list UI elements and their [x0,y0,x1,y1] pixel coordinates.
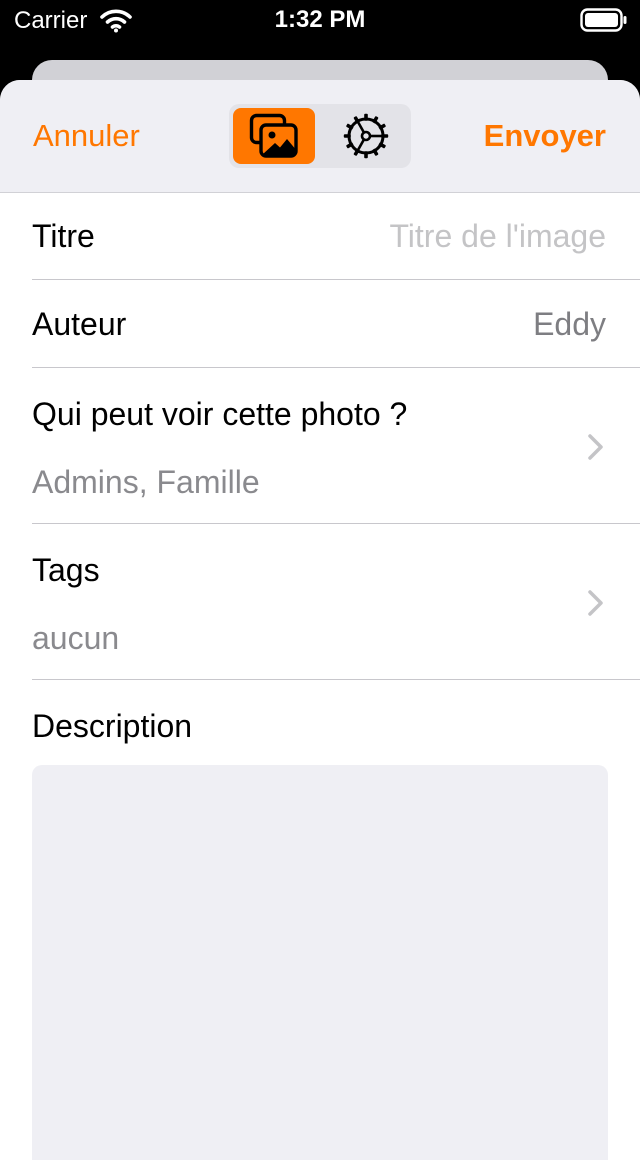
title-row[interactable]: Titre Titre de l'image [0,192,640,280]
send-button[interactable]: Envoyer [484,117,606,155]
author-input[interactable]: Eddy [533,304,606,344]
battery-icon [580,8,627,32]
navigation-bar: Annuler Envoyer [0,80,640,193]
title-input[interactable]: Titre de l'image [389,216,606,256]
segmented-control [229,104,411,168]
tags-row[interactable]: Tags aucun [0,524,640,680]
description-row: Description [0,680,640,1160]
photos-icon [249,113,298,158]
tags-value: aucun [32,620,120,656]
author-row[interactable]: Auteur Eddy [0,280,640,368]
tags-label: Tags [32,552,100,588]
segment-settings[interactable] [325,108,407,164]
description-textarea[interactable] [32,765,608,1160]
gear-icon [343,113,389,159]
description-label: Description [32,708,193,744]
clock: 1:32 PM [274,6,366,33]
upload-sheet: Annuler Envoyer Titre Titre de l'image A… [0,80,640,1160]
title-label: Titre [32,218,95,254]
chevron-right-icon [588,434,603,460]
segment-photos[interactable] [233,108,315,164]
privacy-value: Admins, Famille [32,464,260,500]
privacy-row[interactable]: Qui peut voir cette photo ? Admins, Fami… [0,368,640,524]
cancel-button[interactable]: Annuler [33,117,140,155]
privacy-label: Qui peut voir cette photo ? [32,396,408,432]
author-label: Auteur [32,306,127,342]
chevron-right-icon [588,590,603,616]
status-bar: Carrier 1:32 PM [0,0,640,40]
